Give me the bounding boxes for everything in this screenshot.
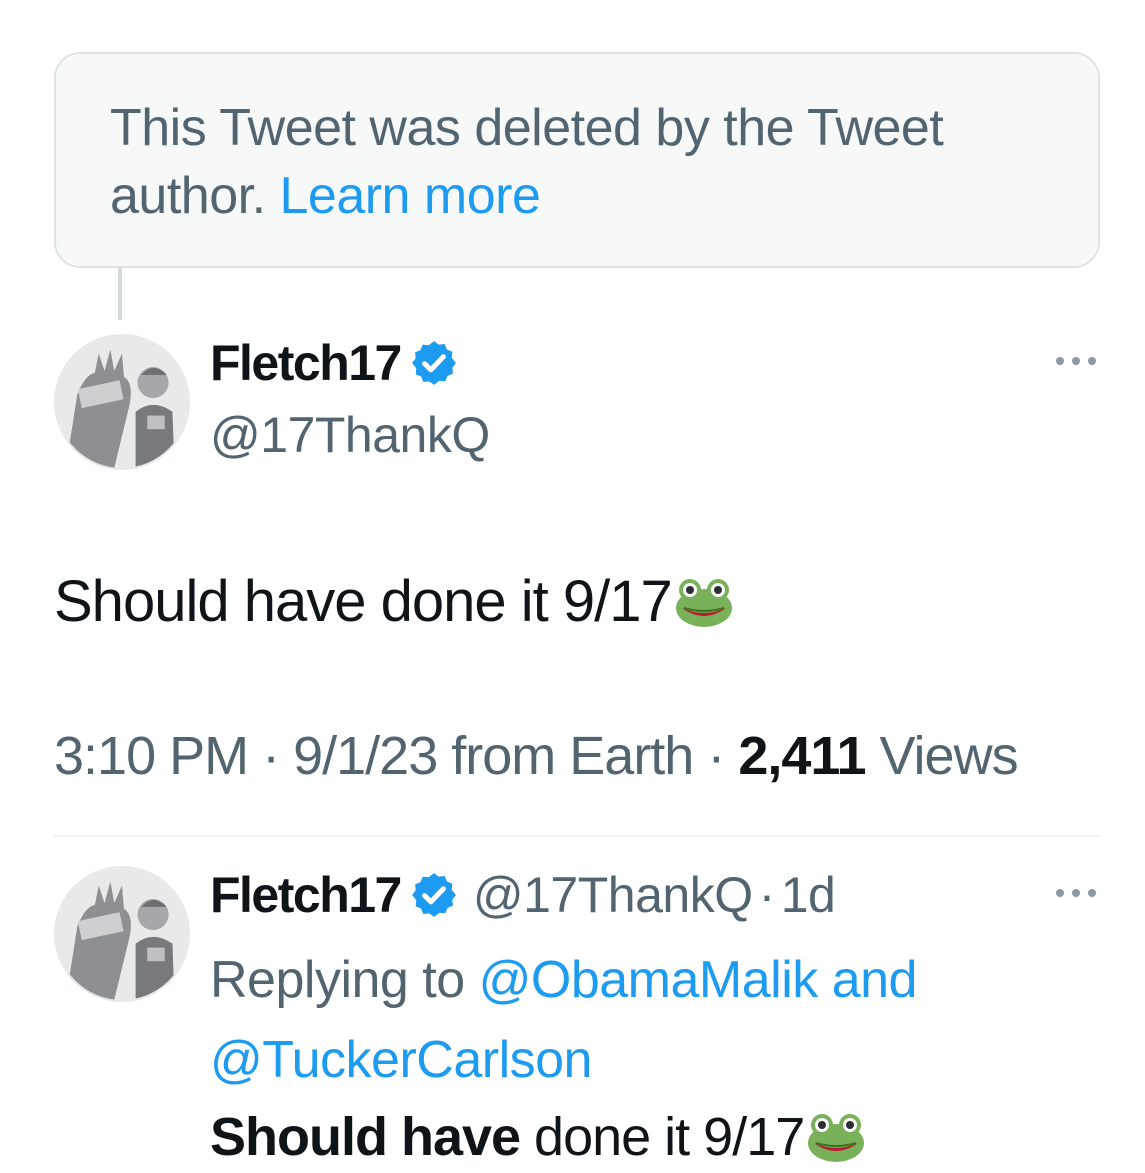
- avatar[interactable]: [54, 334, 190, 470]
- reply-age[interactable]: 1d: [781, 866, 836, 924]
- author-name-row: Fletch17: [210, 334, 459, 392]
- mention-obamamalik[interactable]: @ObamaMalik: [479, 951, 819, 1009]
- views-count: 2,411: [738, 726, 866, 786]
- more-horizontal-icon[interactable]: [1056, 886, 1096, 900]
- reply-text-rest: done it 9/17: [534, 1107, 805, 1167]
- reply-tweet-text: Should have done it 9/17: [210, 1106, 866, 1168]
- tweet-date[interactable]: 9/1/23: [293, 726, 438, 786]
- verified-badge-icon: [409, 338, 459, 388]
- frog-face-icon: [806, 1111, 866, 1163]
- separator-dot: ·: [758, 867, 776, 923]
- tweet-metadata: 3:10 PM · 9/1/23 from Earth · 2,411 View…: [54, 726, 1019, 786]
- more-horizontal-icon[interactable]: [1056, 354, 1096, 368]
- reply-text-bold: Should have: [210, 1107, 521, 1167]
- tweet-time[interactable]: 3:10 PM: [54, 726, 249, 786]
- replying-prefix: Replying to: [210, 951, 465, 1009]
- display-name[interactable]: Fletch17: [210, 334, 402, 392]
- reply-author-row: Fletch17 @17ThankQ · 1d: [210, 866, 836, 924]
- reply-avatar[interactable]: [54, 866, 190, 1002]
- thread-connector-line: [118, 268, 122, 320]
- deleted-tweet-notice: This Tweet was deleted by the Tweet auth…: [54, 52, 1100, 268]
- replying-to: Replying to @ObamaMalik and @TuckerCarls…: [210, 940, 1090, 1100]
- author-handle[interactable]: @17ThankQ: [210, 406, 490, 464]
- tweet-body: Should have done it 9/17: [54, 569, 673, 634]
- divider: [54, 835, 1100, 837]
- tweet-source: from Earth: [451, 726, 694, 786]
- reply-handle[interactable]: @17ThankQ: [473, 866, 753, 924]
- reply-display-name[interactable]: Fletch17: [210, 866, 402, 924]
- frog-face-icon: [674, 576, 734, 628]
- learn-more-link[interactable]: Learn more: [279, 167, 540, 225]
- replying-conjunction[interactable]: and: [832, 951, 918, 1009]
- mention-tuckercarlson[interactable]: @TuckerCarlson: [210, 1031, 592, 1089]
- views-label: Views: [879, 726, 1019, 786]
- tweet-text: Should have done it 9/17: [54, 568, 734, 635]
- verified-badge-icon: [409, 870, 459, 920]
